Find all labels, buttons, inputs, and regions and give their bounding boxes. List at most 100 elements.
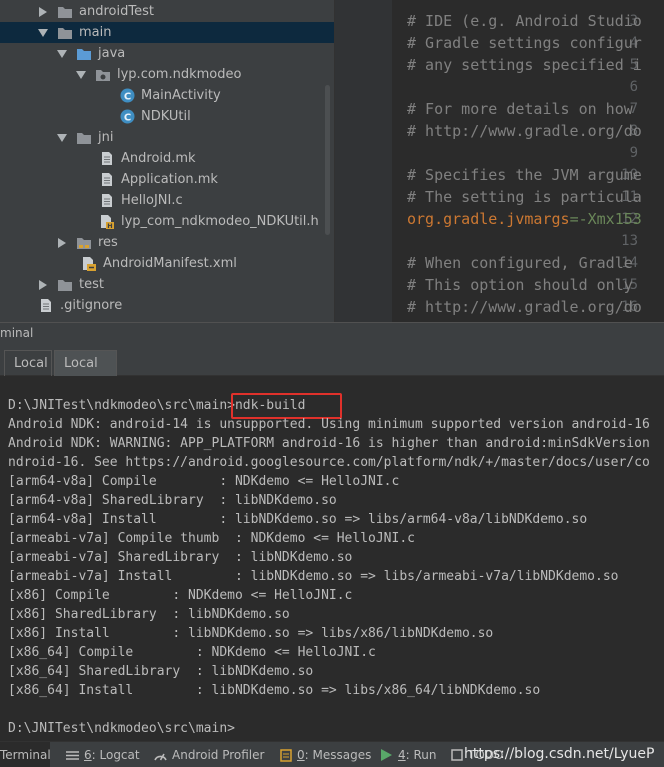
terminal-title: minal — [0, 326, 34, 340]
code-line: org.gradle.jvmargs=-Xmx153 — [407, 208, 642, 230]
expand-arrow-icon[interactable] — [38, 279, 48, 290]
tree-item-label: test — [79, 277, 104, 292]
terminal-output-line: [arm64-v8a] Install : libNDKdemo.so => l… — [8, 512, 588, 527]
tree-item-application-mk[interactable]: Application.mk — [0, 169, 334, 190]
folder-icon — [76, 130, 92, 146]
tree-item-label: res — [98, 235, 118, 250]
property-value: =-Xmx153 — [569, 210, 642, 228]
messages-icon — [279, 748, 292, 762]
tree-item-gitignore[interactable]: .gitignore — [0, 295, 334, 316]
run-shortcut: 4 — [398, 748, 406, 762]
watermark-text: https://blog.csdn.net/LyueP — [464, 746, 655, 762]
profiler-label: Android Profiler — [172, 748, 265, 762]
text-file-icon — [38, 298, 54, 314]
java-class-icon: C — [119, 88, 135, 104]
tree-item-label: Android.mk — [121, 151, 196, 166]
tree-item-jni[interactable]: jni — [0, 127, 334, 148]
tree-item-hellojni-c[interactable]: HelloJNI.c — [0, 190, 334, 211]
messages-label: : Messages — [304, 748, 372, 762]
code-line: # IDE (e.g. Android Studio — [407, 12, 642, 30]
profiler-icon — [154, 749, 167, 762]
terminal-output-line: [x86_64] Install : libNDKdemo.so => libs… — [8, 683, 541, 698]
logcat-shortcut: 6 — [84, 748, 92, 762]
code-line: # This option should only — [407, 276, 633, 294]
run-icon — [380, 749, 393, 762]
tab-local-2[interactable]: Local (2) — [54, 350, 117, 396]
tree-item-package[interactable]: lyp.com.ndkmodeo — [0, 64, 334, 85]
tree-item-androidtest[interactable]: androidTest — [0, 1, 334, 22]
tree-item-label: jni — [98, 130, 114, 145]
tree-item-ndkutil[interactable]: C NDKUtil — [0, 106, 334, 127]
manifest-file-icon — [81, 256, 97, 272]
line-number: 13 — [621, 233, 638, 249]
collapse-arrow-icon[interactable] — [57, 133, 67, 143]
tree-item-android-mk[interactable]: Android.mk — [0, 148, 334, 169]
todo-icon — [450, 749, 463, 762]
project-tree[interactable]: androidTest main java lyp.com.ndkmodeo C… — [0, 0, 334, 322]
collapse-arrow-icon[interactable] — [57, 49, 67, 59]
code-line: # When configured, Gradle — [407, 254, 633, 272]
code-line: # For more details on how — [407, 100, 633, 118]
code-line: # Gradle settings configur — [407, 34, 642, 52]
logcat-label: : Logcat — [91, 748, 140, 762]
tree-item-header-file[interactable]: H lyp_com_ndkmodeo_NDKUtil.h — [0, 211, 334, 232]
package-icon — [95, 67, 111, 83]
tree-item-label: .gitignore — [60, 298, 123, 313]
terminal-output-line: [x86_64] SharedLibrary : libNDKdemo.so — [8, 664, 314, 679]
tree-item-label: MainActivity — [141, 88, 221, 103]
terminal-output-line: [arm64-v8a] Compile : NDKdemo <= HelloJN… — [8, 474, 400, 489]
tree-item-label: androidTest — [79, 4, 154, 19]
java-class-icon: C — [119, 109, 135, 125]
android-profiler-tool-button[interactable]: Android Profiler — [154, 742, 264, 767]
run-label: : Run — [405, 748, 437, 762]
code-line: # http://www.gradle.org/do — [407, 122, 642, 140]
logcat-tool-button[interactable]: 6: Logcat — [66, 742, 140, 767]
run-tool-button[interactable]: 4: Run — [380, 742, 437, 767]
terminal-output-line: Android NDK: android-14 is unsupported. … — [8, 417, 650, 432]
terminal-output-line: [x86] SharedLibrary : libNDKdemo.so — [8, 607, 290, 622]
collapse-arrow-icon[interactable] — [76, 70, 86, 80]
collapse-arrow-icon[interactable] — [38, 28, 48, 38]
tree-item-test[interactable]: test — [0, 274, 334, 295]
c-file-icon — [99, 193, 115, 209]
tree-item-mainactivity[interactable]: C MainActivity — [0, 85, 334, 106]
tree-item-label: Application.mk — [121, 172, 218, 187]
tree-item-label: lyp_com_ndkmodeo_NDKUtil.h — [121, 214, 319, 229]
line-number: 9 — [629, 145, 638, 161]
terminal-output[interactable]: D:\JNITest\ndkmodeo\src\main>ndk-build A… — [0, 376, 664, 741]
expand-arrow-icon[interactable] — [57, 237, 67, 248]
text-file-icon — [99, 172, 115, 188]
svg-text:C: C — [123, 92, 130, 103]
tab-local[interactable]: Local — [4, 350, 52, 376]
terminal-final-prompt: D:\JNITest\ndkmodeo\src\main> — [8, 721, 235, 736]
terminal-output-line: ndroid-16. See https://android.googlesou… — [8, 455, 650, 470]
svg-text:C: C — [123, 113, 130, 124]
tree-item-label: HelloJNI.c — [121, 193, 183, 208]
text-file-icon — [99, 151, 115, 167]
property-key: org.gradle.jvmargs — [407, 210, 570, 228]
terminal-tool-label: Terminal — [0, 748, 51, 762]
code-line: # Specifies the JVM argume — [407, 166, 642, 184]
tree-item-androidmanifest[interactable]: AndroidManifest.xml — [0, 253, 334, 274]
code-line: # any settings specified i — [407, 56, 642, 74]
tree-item-label: java — [98, 46, 126, 61]
expand-arrow-icon[interactable] — [38, 6, 48, 17]
code-line: # http://www.gradle.org/do — [407, 298, 642, 316]
tree-item-label: NDKUtil — [141, 109, 191, 124]
terminal-output-line: [x86] Install : libNDKdemo.so => libs/x8… — [8, 626, 494, 641]
tree-scrollbar[interactable] — [325, 85, 330, 235]
folder-icon — [57, 277, 73, 293]
tree-item-java[interactable]: java — [0, 43, 334, 64]
terminal-prompt: D:\JNITest\ndkmodeo\src\main> — [8, 398, 235, 413]
logcat-icon — [66, 749, 79, 762]
terminal-output-line: [armeabi-v7a] Install : libNDKdemo.so =>… — [8, 569, 619, 584]
tree-item-res[interactable]: res — [0, 232, 334, 253]
resources-folder-icon — [76, 235, 92, 251]
tree-item-label: main — [79, 25, 112, 40]
code-editor[interactable]: 3 4 5 6 7 8 9 10 11 12 13 14 15 16 # IDE… — [334, 0, 664, 322]
svg-text:H: H — [107, 222, 112, 229]
terminal-output-line: [x86] Compile : NDKdemo <= HelloJNI.c — [8, 588, 353, 603]
messages-tool-button[interactable]: 0: Messages — [279, 742, 371, 767]
terminal-tool-button[interactable]: Terminal — [0, 742, 51, 767]
tree-item-main[interactable]: main — [0, 22, 334, 43]
